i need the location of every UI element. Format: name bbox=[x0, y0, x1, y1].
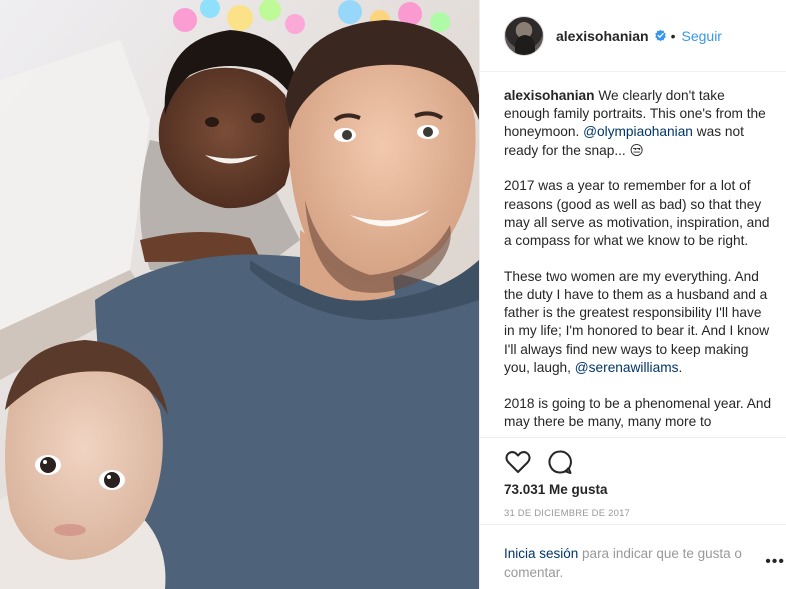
instagram-post: alexisohanian • Seguir alexisohanian We … bbox=[0, 0, 786, 589]
unamused-emoji: 😒 bbox=[629, 142, 644, 158]
verified-badge-icon bbox=[654, 29, 666, 42]
post-caption: alexisohanian We clearly don't take enou… bbox=[504, 87, 772, 432]
post-sidebar: alexisohanian • Seguir alexisohanian We … bbox=[479, 0, 786, 589]
comment-icon[interactable] bbox=[546, 448, 574, 476]
post-date[interactable]: 31 DE DICIEMBRE DE 2017 bbox=[504, 508, 630, 519]
header-username[interactable]: alexisohanian bbox=[556, 28, 649, 44]
more-options-button[interactable]: ••• bbox=[765, 554, 785, 570]
heart-icon[interactable] bbox=[504, 448, 532, 476]
follow-button[interactable]: Seguir bbox=[682, 28, 722, 44]
post-header: alexisohanian • Seguir bbox=[480, 0, 786, 72]
caption-paragraph: 2018 is going to be a phenomenal year. A… bbox=[504, 395, 772, 429]
mention-link[interactable]: @serenawilliams bbox=[575, 360, 679, 375]
caption-username[interactable]: alexisohanian bbox=[504, 88, 595, 103]
caption-paragraph: These two women are my everything. And t… bbox=[504, 268, 772, 377]
header-separator: • bbox=[670, 27, 676, 44]
comment-bar: Inicia sesión para indicar que te gusta … bbox=[480, 524, 786, 589]
likes-count[interactable]: 73.031 Me gusta bbox=[504, 482, 608, 497]
caption-paragraph: alexisohanian We clearly don't take enou… bbox=[504, 87, 772, 160]
login-link[interactable]: Inicia sesión bbox=[504, 546, 578, 561]
family-selfie-image bbox=[0, 0, 479, 589]
action-bar bbox=[480, 437, 786, 482]
mention-link[interactable]: @olympiaohanian bbox=[583, 124, 693, 139]
caption-paragraph: 2017 was a year to remember for a lot of… bbox=[504, 178, 770, 249]
caption-text: . bbox=[678, 359, 683, 375]
post-photo[interactable] bbox=[0, 0, 479, 589]
avatar[interactable] bbox=[504, 15, 544, 56]
login-prompt: Inicia sesión para indicar que te gusta … bbox=[504, 544, 754, 582]
